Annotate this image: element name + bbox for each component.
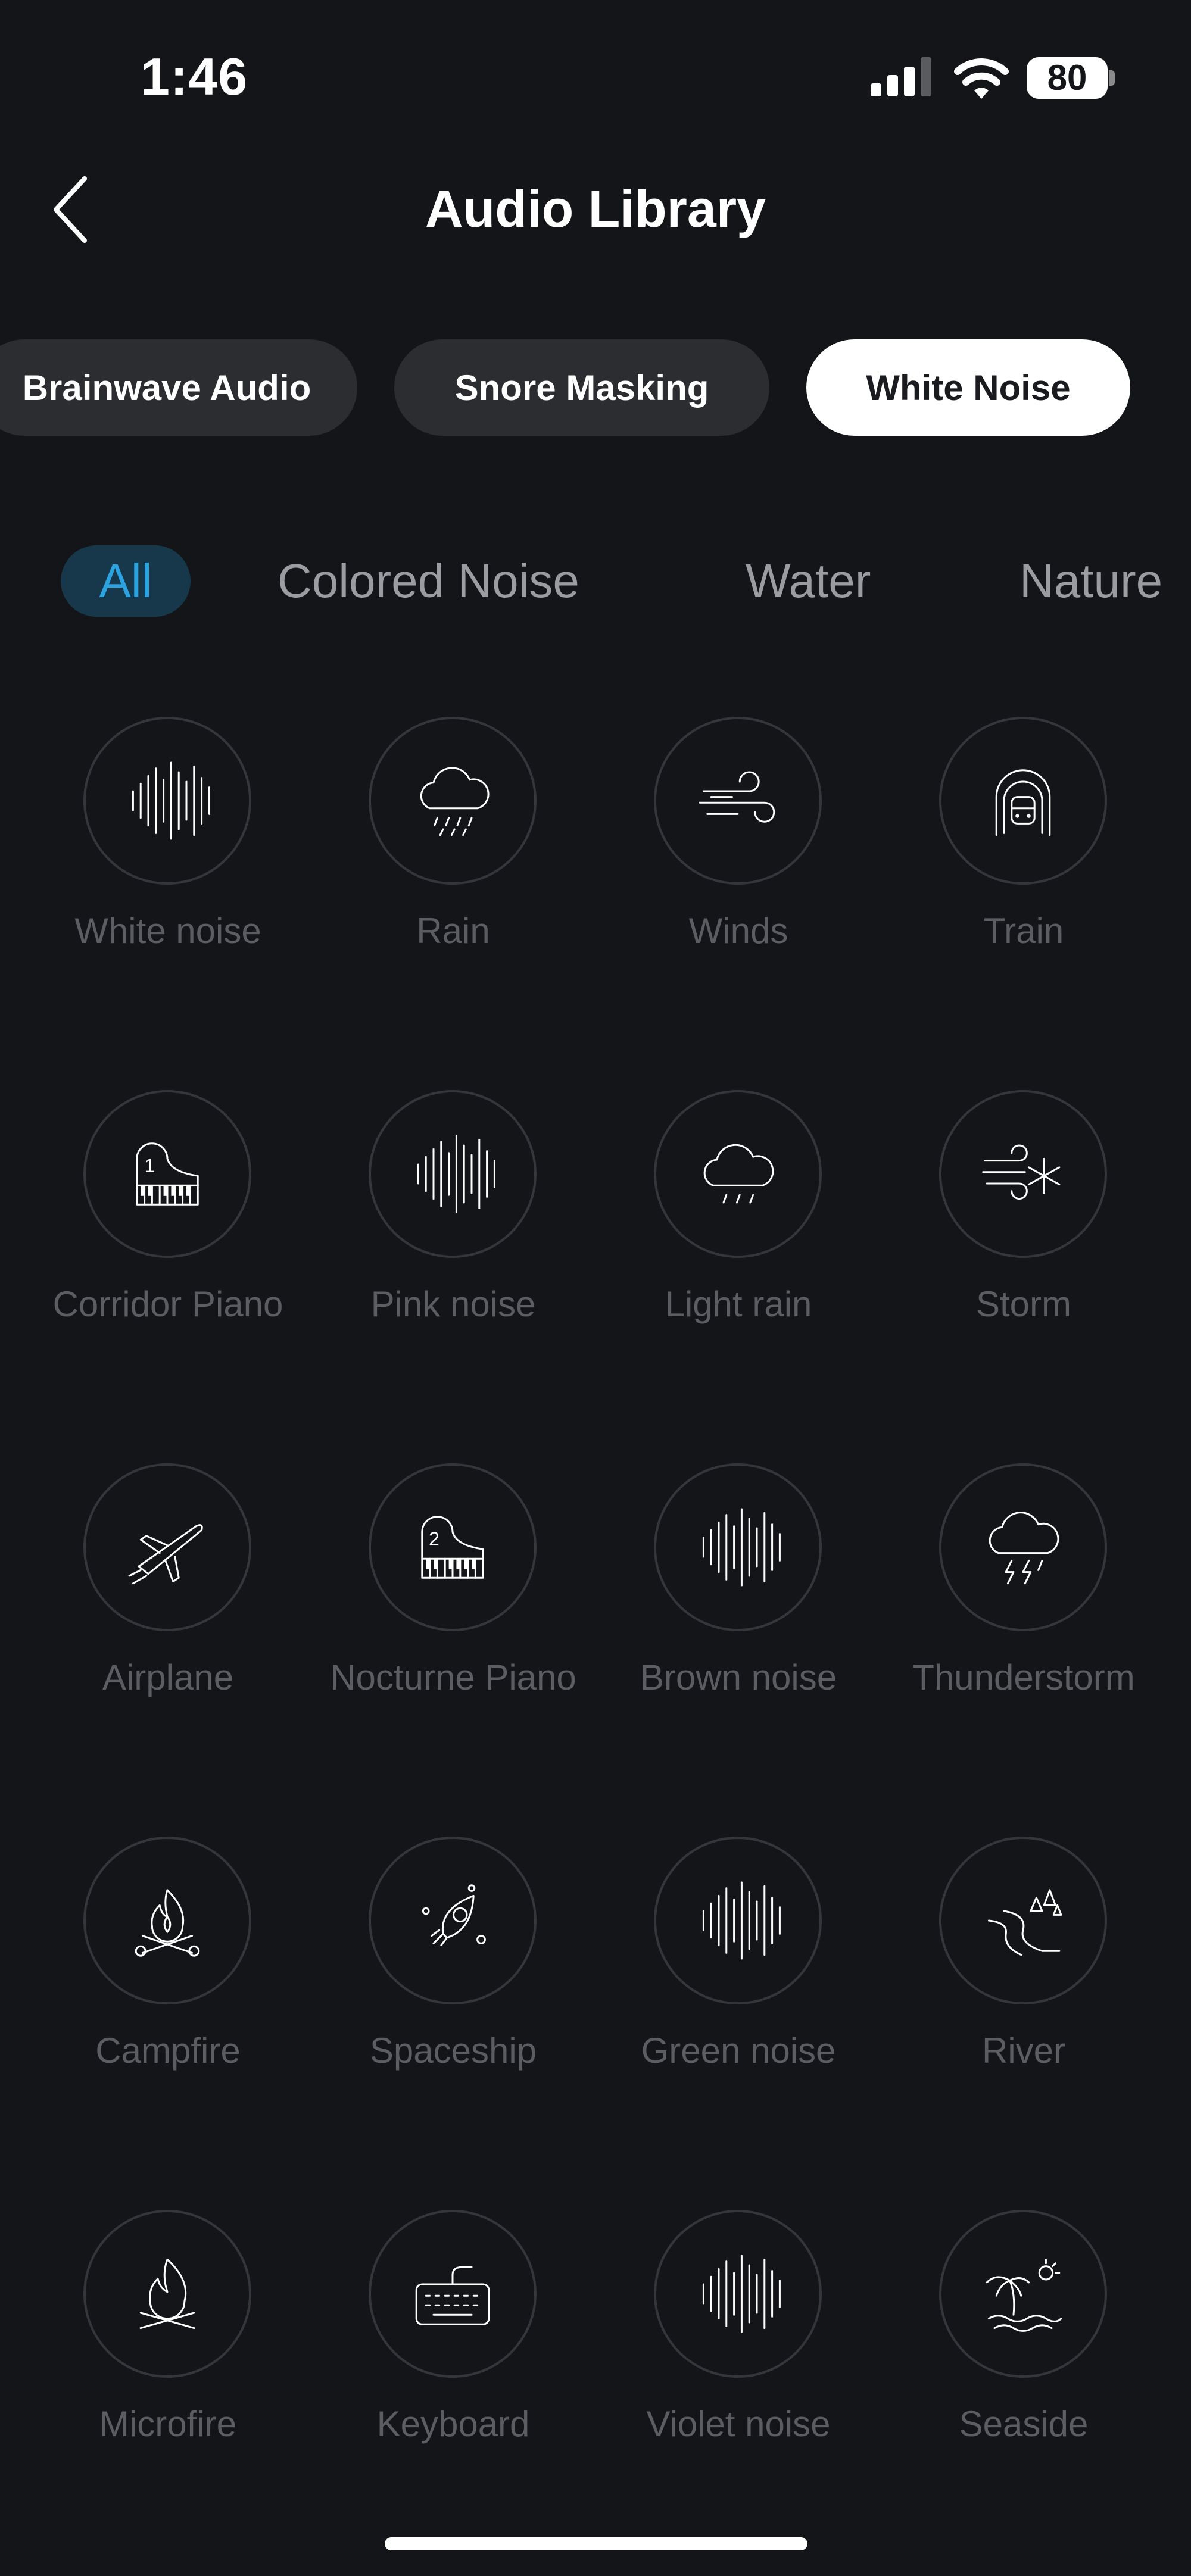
sound-item[interactable]: Violet noise (596, 2210, 881, 2519)
sound-label: Violet noise (646, 2404, 831, 2444)
river-icon (975, 1873, 1071, 1968)
tab-white-noise[interactable]: White Noise (806, 339, 1130, 436)
svg-text:1: 1 (145, 1155, 155, 1176)
cellular-signal-icon (871, 57, 931, 96)
sound-item[interactable]: River (881, 1837, 1167, 2146)
sound-item[interactable]: Campfire (25, 1837, 311, 2146)
sound-item[interactable]: Winds (596, 717, 881, 1026)
page-title: Audio Library (425, 179, 766, 238)
sound-icon-button[interactable] (654, 717, 822, 885)
sound-label: Microfire (99, 2404, 236, 2444)
rain-cloud-icon (405, 753, 500, 848)
storm-wind-snow-icon (975, 1126, 1071, 1222)
sound-label: Airplane (102, 1657, 234, 1697)
battery-level: 80 (1027, 57, 1108, 99)
sound-label: Storm (975, 1284, 1072, 1324)
sound-icon-button[interactable] (939, 1090, 1107, 1258)
sound-label: Pink noise (370, 1284, 536, 1324)
filter-nature[interactable]: Nature (1019, 545, 1162, 617)
thunder-cloud-icon (975, 1500, 1071, 1595)
sound-label: Campfire (95, 2031, 241, 2071)
piano-1-icon: 1 (120, 1126, 215, 1222)
sound-icon-button[interactable] (369, 2210, 537, 2378)
fire-icon (120, 2246, 215, 2341)
sound-item[interactable]: Seaside (881, 2210, 1167, 2519)
piano-2-icon: 2 (405, 1500, 500, 1595)
soundwave-icon (120, 753, 215, 848)
sound-item[interactable]: Green noise (596, 1837, 881, 2146)
sound-label: Train (983, 911, 1064, 951)
airplane-icon (120, 1500, 215, 1595)
light-rain-cloud-icon (690, 1126, 785, 1222)
sound-icon-button[interactable] (939, 1463, 1107, 1631)
filter-all[interactable]: All (61, 545, 191, 617)
sound-icon-button[interactable] (939, 717, 1107, 885)
sound-icon-button[interactable] (369, 717, 537, 885)
campfire-icon (120, 1873, 215, 1968)
sound-item[interactable]: White noise (25, 717, 311, 1026)
status-time: 1:46 (141, 47, 248, 106)
sound-item[interactable]: Microfire (25, 2210, 311, 2519)
home-indicator (385, 2537, 807, 2550)
sound-icon-button[interactable] (83, 1463, 251, 1631)
sound-item[interactable]: 2 Nocturne Piano (310, 1463, 596, 1773)
sound-label: Light rain (665, 1284, 812, 1324)
keyboard-icon (405, 2246, 500, 2341)
sound-icon-button[interactable] (939, 1837, 1107, 2004)
sound-label: Winds (688, 911, 788, 951)
battery-icon: 80 (1027, 57, 1115, 99)
sound-label: Spaceship (369, 2031, 537, 2071)
sound-item[interactable]: Rain (310, 717, 596, 1026)
sound-label: White noise (74, 911, 261, 951)
sound-label: Keyboard (376, 2404, 530, 2444)
sound-item[interactable]: Pink noise (310, 1090, 596, 1400)
sound-icon-button[interactable]: 2 (369, 1463, 537, 1631)
sound-label: Seaside (959, 2404, 1089, 2444)
sound-icon-button[interactable] (83, 1837, 251, 2004)
sound-item[interactable]: Light rain (596, 1090, 881, 1400)
sound-icon-button[interactable] (83, 717, 251, 885)
tab-brainwave-audio[interactable]: Brainwave Audio (0, 339, 357, 436)
sound-label: Rain (416, 911, 490, 951)
sound-item[interactable]: 1 Corridor Piano (25, 1090, 311, 1400)
sound-item[interactable]: Thunderstorm (881, 1463, 1167, 1773)
sound-icon-button[interactable] (369, 1837, 537, 2004)
sound-item[interactable]: Airplane (25, 1463, 311, 1773)
palm-beach-icon (975, 2246, 1071, 2341)
train-icon (975, 753, 1071, 848)
sound-label: Nocturne Piano (330, 1657, 576, 1697)
soundwave-icon (690, 2246, 785, 2341)
sound-icon-button[interactable] (654, 2210, 822, 2378)
sound-label: River (981, 2031, 1065, 2071)
soundwave-icon (690, 1873, 785, 1968)
soundwave-icon (690, 1500, 785, 1595)
wind-icon (690, 753, 785, 848)
sound-icon-button[interactable] (83, 2210, 251, 2378)
sound-label: Brown noise (640, 1657, 837, 1697)
sound-icon-button[interactable] (654, 1090, 822, 1258)
sound-item[interactable]: Train (881, 717, 1167, 1026)
sound-icon-button[interactable]: 1 (83, 1090, 251, 1258)
tab-snore-masking[interactable]: Snore Masking (394, 339, 769, 436)
sound-icon-button[interactable] (654, 1837, 822, 2004)
sound-icon-button[interactable] (939, 2210, 1107, 2378)
sound-icon-button[interactable] (654, 1463, 822, 1631)
sound-item[interactable]: Storm (881, 1090, 1167, 1400)
sound-item[interactable]: Keyboard (310, 2210, 596, 2519)
rocket-icon (405, 1873, 500, 1968)
sound-label: Thunderstorm (912, 1657, 1135, 1697)
sound-label: Corridor Piano (52, 1284, 283, 1324)
filter-colored-noise[interactable]: Colored Noise (278, 545, 579, 617)
sound-item[interactable]: Brown noise (596, 1463, 881, 1773)
sound-icon-button[interactable] (369, 1090, 537, 1258)
sound-item[interactable]: Spaceship (310, 1837, 596, 2146)
svg-text:2: 2 (429, 1528, 439, 1550)
filter-water[interactable]: Water (746, 545, 871, 617)
sound-label: Green noise (641, 2031, 836, 2071)
soundwave-icon (405, 1126, 500, 1222)
wifi-icon (953, 57, 1010, 99)
